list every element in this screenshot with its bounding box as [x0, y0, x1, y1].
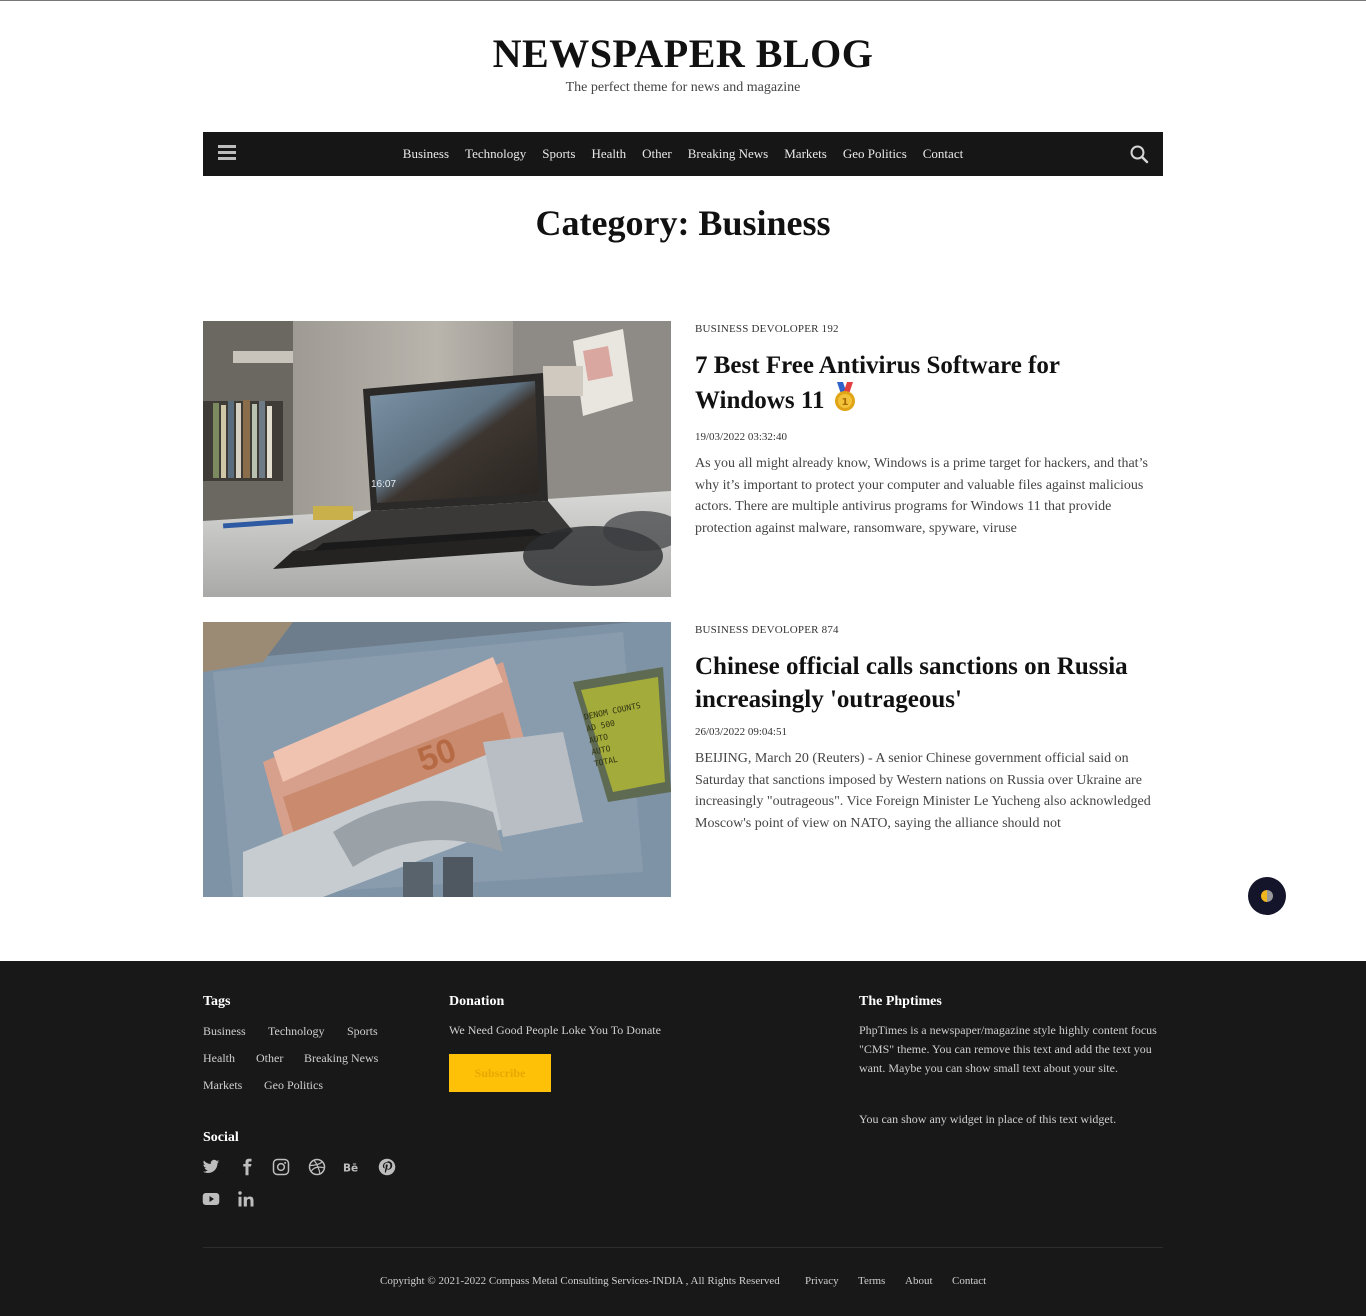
- donation-text: We Need Good People Loke You To Donate: [449, 1023, 661, 1037]
- footer-link-privacy[interactable]: Privacy: [805, 1275, 839, 1287]
- tags-heading: Tags: [203, 994, 231, 1009]
- post-meta[interactable]: BUSINESS DEVOLOPER 192: [695, 323, 1163, 335]
- pinterest-icon[interactable]: [378, 1158, 396, 1176]
- footer-divider: [203, 1247, 1163, 1248]
- post-thumbnail-laptop[interactable]: 16:07: [203, 321, 671, 597]
- dribbble-icon[interactable]: [308, 1158, 326, 1176]
- nav-item-markets[interactable]: Markets: [784, 146, 827, 162]
- tag-geo-politics[interactable]: Geo Politics: [264, 1078, 323, 1093]
- site-footer: Tags Business Technology Sports Health O…: [0, 961, 1366, 1316]
- laptop-clock: 16:07: [371, 479, 396, 490]
- youtube-icon[interactable]: [202, 1190, 220, 1208]
- nav-item-breaking-news[interactable]: Breaking News: [688, 146, 769, 162]
- svg-text:1: 1: [841, 397, 848, 408]
- post-title-text: 7 Best Free Antivirus Software for Windo…: [695, 352, 1060, 414]
- site-title[interactable]: NEWSPAPER BLOG: [0, 30, 1366, 77]
- footer-link-terms[interactable]: Terms: [858, 1275, 885, 1287]
- copyright-text: Copyright © 2021-2022 Compass Metal Cons…: [380, 1275, 780, 1287]
- subscribe-button[interactable]: Subscribe: [449, 1054, 551, 1092]
- linkedin-icon[interactable]: [237, 1190, 255, 1208]
- footer-link-about[interactable]: About: [905, 1275, 933, 1287]
- tag-business[interactable]: Business: [203, 1024, 246, 1039]
- page-title: Category: Business: [535, 203, 831, 243]
- social-heading: Social: [203, 1130, 239, 1145]
- nav-item-geo-politics[interactable]: Geo Politics: [843, 146, 907, 162]
- nav-links: Business Technology Sports Health Other …: [203, 132, 1163, 176]
- post-thumbnail-money-counter[interactable]: DENOM COUNTS AD 500 AUTO AUTO TOTAL 50: [203, 622, 671, 897]
- tag-technology[interactable]: Technology: [268, 1024, 324, 1039]
- tag-health[interactable]: Health: [203, 1051, 235, 1066]
- post-excerpt: BEIJING, March 20 (Reuters) - A senior C…: [695, 751, 1151, 832]
- post-title-link[interactable]: Chinese official calls sanctions on Russ…: [695, 650, 1163, 716]
- tag-breaking-news[interactable]: Breaking News: [304, 1051, 378, 1066]
- nav-item-sports[interactable]: Sports: [542, 146, 575, 162]
- nav-item-health[interactable]: Health: [591, 146, 626, 162]
- about-text: PhpTimes is a newspaper/magazine style h…: [859, 1023, 1157, 1075]
- tag-sports[interactable]: Sports: [347, 1024, 378, 1039]
- post-meta[interactable]: BUSINESS DEVOLOPER 874: [695, 624, 1163, 636]
- footer-link-contact[interactable]: Contact: [952, 1275, 986, 1287]
- half-moon-icon: [1261, 890, 1273, 902]
- dark-mode-toggle-button[interactable]: [1248, 877, 1286, 915]
- post-date: 26/03/2022 09:04:51: [695, 726, 787, 738]
- twitter-icon[interactable]: [202, 1158, 220, 1176]
- post-body: BUSINESS DEVOLOPER 192 7 Best Free Antiv…: [695, 321, 1163, 540]
- donation-heading: Donation: [449, 994, 505, 1009]
- about-widget-note: You can show any widget in place of this…: [859, 1112, 1117, 1126]
- medal-icon: 1: [831, 382, 859, 421]
- behance-icon[interactable]: Bē: [343, 1158, 361, 1176]
- svg-text:Bē: Bē: [343, 1163, 358, 1175]
- main-navbar: Business Technology Sports Health Other …: [203, 132, 1163, 176]
- about-heading: The Phptimes: [859, 994, 942, 1009]
- search-icon[interactable]: [1129, 144, 1149, 164]
- top-border: [0, 0, 1366, 1]
- hamburger-menu-icon[interactable]: [218, 145, 236, 163]
- post-excerpt: As you all might already know, Windows i…: [695, 456, 1148, 537]
- nav-item-contact[interactable]: Contact: [923, 146, 963, 162]
- post-body: BUSINESS DEVOLOPER 874 Chinese official …: [695, 622, 1163, 835]
- tag-other[interactable]: Other: [256, 1051, 283, 1066]
- instagram-icon[interactable]: [272, 1158, 290, 1176]
- nav-item-other[interactable]: Other: [642, 146, 672, 162]
- nav-item-business[interactable]: Business: [403, 146, 449, 162]
- facebook-icon[interactable]: [238, 1158, 256, 1176]
- post-card: DENOM COUNTS AD 500 AUTO AUTO TOTAL 50 B…: [203, 622, 1163, 897]
- nav-item-technology[interactable]: Technology: [465, 146, 526, 162]
- tag-markets[interactable]: Markets: [203, 1078, 242, 1093]
- post-title-link[interactable]: 7 Best Free Antivirus Software for Windo…: [695, 349, 1163, 421]
- post-date: 19/03/2022 03:32:40: [695, 431, 787, 443]
- post-card: 16:07 BUSINESS DEVOLOPER 192 7 Best Free…: [203, 321, 1163, 597]
- site-tagline: The perfect theme for news and magazine: [565, 80, 801, 95]
